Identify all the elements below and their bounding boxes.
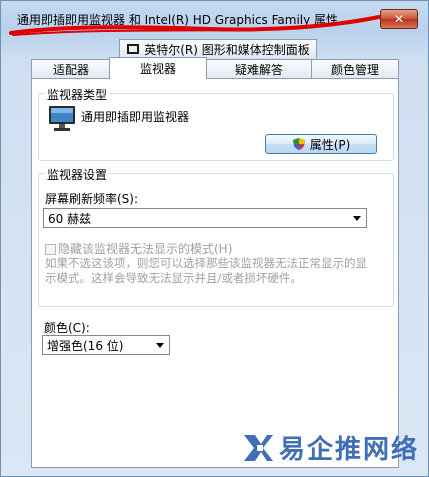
intel-graphics-icon (127, 44, 140, 54)
hide-modes-label: 隐藏该监视器无法显示的模式(H) (58, 242, 233, 256)
watermark-text: 易企推网络 (279, 435, 420, 465)
hide-modes-option[interactable]: 隐藏该监视器无法显示的模式(H) (45, 240, 232, 257)
refresh-rate-select[interactable]: 60 赫兹 (43, 208, 367, 228)
close-button[interactable]: ✕ (380, 9, 418, 29)
properties-button[interactable]: 属性(P) (265, 134, 377, 154)
tab-adapter-label: 适配器 (52, 62, 89, 77)
tab-monitor[interactable]: 监视器 (109, 57, 207, 79)
tab-troubleshoot[interactable]: 疑难解答 (205, 59, 313, 78)
tab-color-management[interactable]: 颜色管理 (311, 59, 399, 78)
watermark: 易企推网络 (241, 429, 419, 466)
tab-row-bottom: 适配器 监视器 疑难解答 颜色管理 (31, 57, 399, 79)
color-label: 颜色(C): (44, 321, 90, 335)
properties-window: 通用即插即用监视器 和 Intel(R) HD Graphics Family … (0, 0, 429, 477)
refresh-rate-label: 屏幕刷新频率(S): (45, 192, 139, 206)
watermark-logo-icon (244, 434, 273, 461)
tab-color-management-label: 颜色管理 (330, 62, 379, 77)
tab-row-top: 英特尔(R) 图形和媒体控制面板 (31, 39, 398, 59)
tab-panel-monitor: 监视器类型 通用即插即用监视器 属性(P) 监视器设置 屏幕刷新频率(S): 6… (31, 78, 399, 468)
chevron-down-icon (353, 216, 361, 221)
tab-intel-graphics-label: 英特尔(R) 图形和媒体控制面板 (144, 42, 310, 57)
hide-modes-description: 如果不选这该项，则您可以选择那些该监视器无法正常显示的显示模式。这样会导致无法显… (45, 256, 367, 285)
refresh-rate-value: 60 赫兹 (48, 211, 92, 226)
properties-button-label: 属性(P) (309, 137, 351, 152)
color-depth-value: 增强色(16 位) (47, 338, 124, 353)
monitor-settings-title: 监视器设置 (45, 166, 110, 183)
tab-troubleshoot-label: 疑难解答 (234, 62, 283, 77)
hide-modes-checkbox[interactable] (45, 244, 56, 255)
monitor-settings-group: 监视器设置 屏幕刷新频率(S): 60 赫兹 隐藏该监视器无法显示的模式(H) … (38, 166, 394, 307)
tab-monitor-label: 监视器 (139, 62, 176, 76)
monitor-icon (49, 106, 75, 131)
title-bar[interactable]: 通用即插即用监视器 和 Intel(R) HD Graphics Family … (1, 1, 428, 36)
monitor-name: 通用即插即用监视器 (81, 110, 190, 124)
tab-adapter[interactable]: 适配器 (31, 59, 111, 78)
chevron-down-icon (156, 343, 164, 348)
monitor-type-group: 监视器类型 通用即插即用监视器 属性(P) (38, 86, 394, 161)
monitor-type-title: 监视器类型 (45, 86, 110, 103)
shield-icon (292, 138, 305, 150)
color-depth-select[interactable]: 增强色(16 位) (42, 335, 170, 355)
red-underline-annotation (9, 15, 381, 36)
tab-intel-graphics[interactable]: 英特尔(R) 图形和媒体控制面板 (119, 39, 317, 58)
